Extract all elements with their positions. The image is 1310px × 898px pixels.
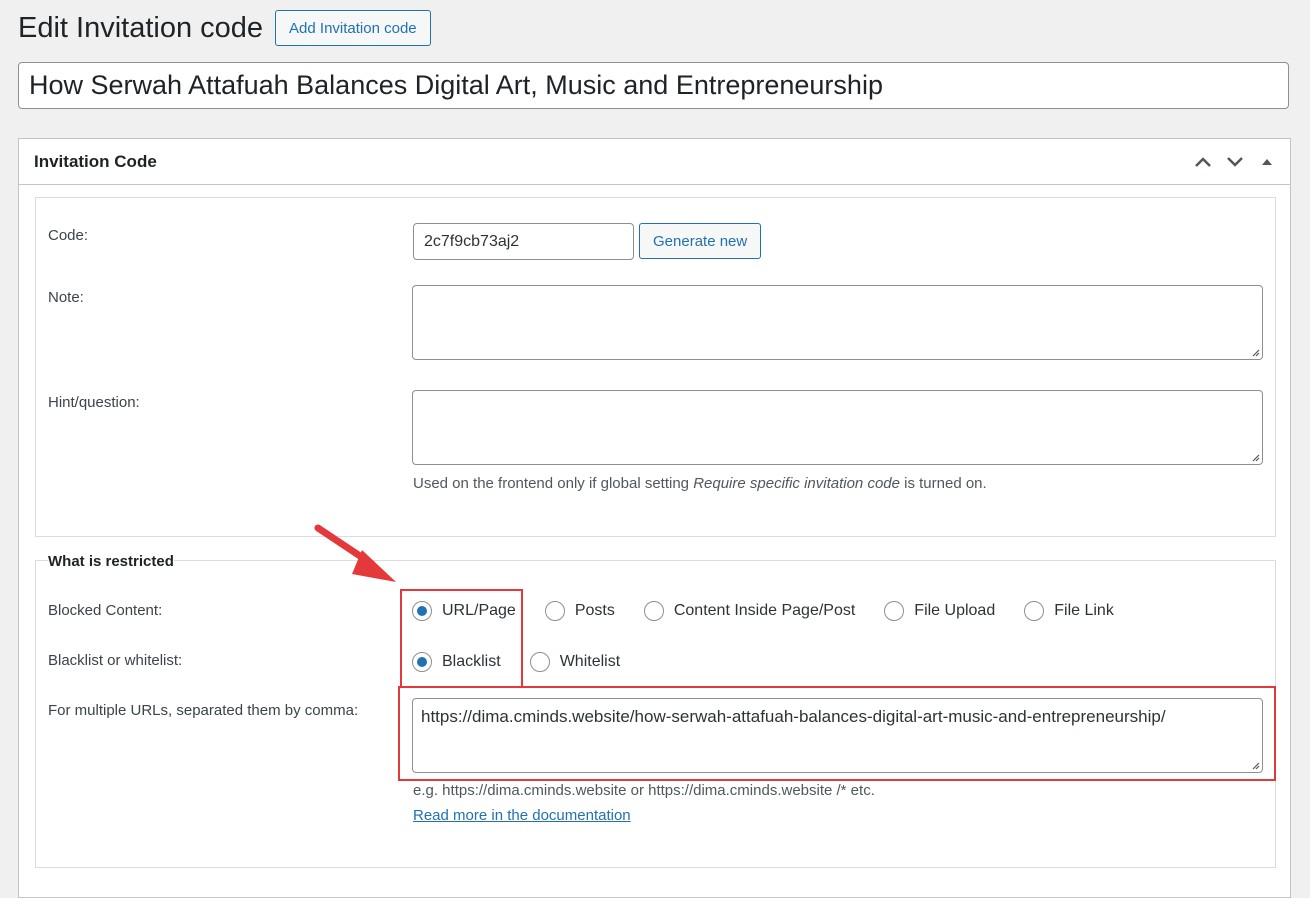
radio-url-page[interactable]: URL/Page	[412, 601, 516, 621]
hint-textarea[interactable]	[412, 390, 1263, 465]
chevron-up-icon[interactable]	[1190, 149, 1216, 175]
radio-button[interactable]	[884, 601, 905, 621]
restriction-box: What is restricted Blocked Content: URL/…	[35, 553, 1276, 868]
radio-button[interactable]	[412, 601, 432, 621]
generate-new-button[interactable]: Generate new	[639, 223, 762, 259]
radio-blacklist[interactable]: Blacklist	[412, 652, 501, 672]
triangle-up-icon[interactable]	[1254, 149, 1280, 175]
resize-grip-icon[interactable]	[1250, 760, 1260, 770]
radio-button[interactable]	[529, 652, 550, 672]
page-heading: Edit Invitation code Add Invitation code	[18, 10, 431, 46]
radio-content-inside-page-post[interactable]: Content Inside Page/Post	[643, 601, 855, 621]
radio-button[interactable]	[1024, 601, 1045, 621]
radio-button[interactable]	[412, 652, 432, 672]
radio-button[interactable]	[643, 601, 664, 621]
restriction-section-title: What is restricted	[48, 553, 174, 570]
post-title-input[interactable]: How Serwah Attafuah Balances Digital Art…	[18, 62, 1289, 109]
blocked-content-label: Blocked Content:	[48, 602, 163, 619]
urls-label: For multiple URLs, separated them by com…	[48, 702, 359, 719]
note-textarea[interactable]	[412, 285, 1263, 360]
hint-label: Hint/question:	[48, 394, 140, 411]
code-details-box: Code: 2c7f9cb73aj2 Generate new Note: Hi…	[35, 197, 1276, 537]
metabox-handle-actions	[1190, 149, 1280, 175]
blocked-content-radios: URL/Page Posts Content Inside Page/Post …	[412, 601, 1143, 621]
metabox-title: Invitation Code	[34, 151, 157, 171]
documentation-link[interactable]: Read more in the documentation	[413, 807, 631, 824]
blacklist-whitelist-label: Blacklist or whitelist:	[48, 652, 183, 669]
metabox-header: Invitation Code	[19, 139, 1290, 185]
blacklist-whitelist-radios: Blacklist Whitelist	[412, 652, 649, 672]
urls-textarea[interactable]: https://dima.cminds.website/how-serwah-a…	[412, 698, 1263, 773]
radio-whitelist[interactable]: Whitelist	[529, 652, 620, 672]
radio-file-upload[interactable]: File Upload	[884, 601, 995, 621]
radio-button[interactable]	[544, 601, 565, 621]
urls-value: https://dima.cminds.website/how-serwah-a…	[421, 707, 1166, 726]
radio-posts[interactable]: Posts	[544, 601, 615, 621]
urls-example: e.g. https://dima.cminds.website or http…	[413, 782, 875, 799]
radio-file-link[interactable]: File Link	[1024, 601, 1114, 621]
hint-description: Used on the frontend only if global sett…	[413, 475, 987, 492]
invitation-code-metabox: Invitation Code Code: 2c7f9cb73aj2 Gener…	[18, 138, 1291, 898]
add-invitation-code-button[interactable]: Add Invitation code	[275, 10, 431, 46]
resize-grip-icon[interactable]	[1250, 452, 1260, 462]
page-title: Edit Invitation code	[18, 11, 264, 44]
note-label: Note:	[48, 289, 84, 306]
chevron-down-icon[interactable]	[1222, 149, 1248, 175]
code-field[interactable]: 2c7f9cb73aj2	[413, 223, 634, 260]
resize-grip-icon[interactable]	[1250, 347, 1260, 357]
code-label: Code:	[48, 227, 89, 244]
